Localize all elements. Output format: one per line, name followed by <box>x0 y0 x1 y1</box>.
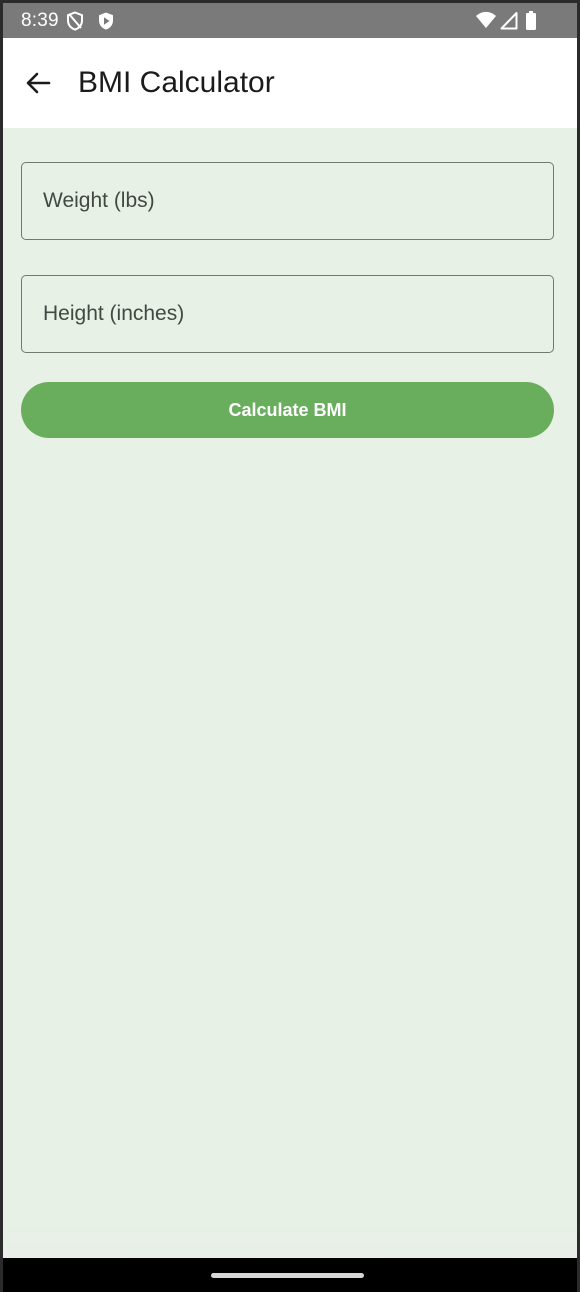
battery-icon <box>526 11 536 30</box>
back-button[interactable] <box>16 61 60 105</box>
weight-field[interactable] <box>21 162 554 240</box>
status-time: 8:39 <box>21 10 59 31</box>
calculate-bmi-button[interactable]: Calculate BMI <box>21 382 554 438</box>
page-title: BMI Calculator <box>78 66 275 99</box>
play-shield-icon <box>99 12 113 30</box>
height-field[interactable] <box>21 275 554 353</box>
bottom-fade <box>0 1222 580 1258</box>
arrow-back-icon <box>26 72 51 94</box>
home-indicator[interactable] <box>211 1273 364 1278</box>
wifi-icon <box>476 11 496 28</box>
cell-signal-icon <box>500 12 518 30</box>
navigation-bar <box>0 1258 580 1292</box>
shield-icon <box>67 11 83 31</box>
app-bar: BMI Calculator <box>0 38 580 128</box>
height-input[interactable] <box>22 276 553 352</box>
device-frame-left <box>0 0 3 1292</box>
weight-input[interactable] <box>22 163 553 239</box>
status-bar: 8:39 <box>0 0 580 38</box>
